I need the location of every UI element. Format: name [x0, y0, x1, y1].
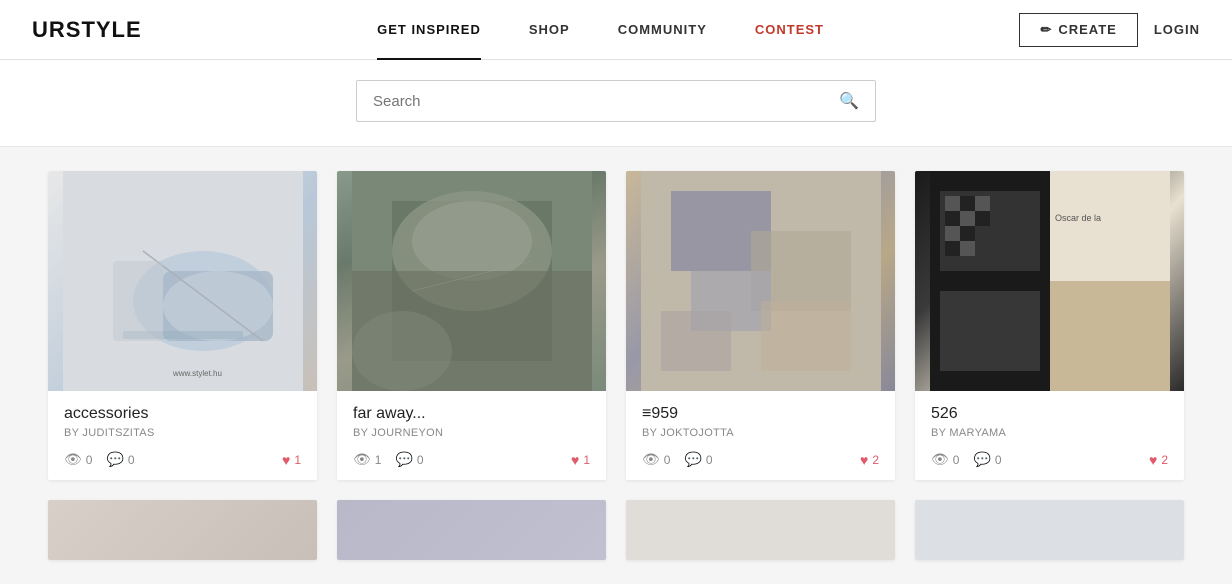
logo[interactable]: URSTYLE: [32, 17, 142, 43]
create-label: CREATE: [1058, 22, 1116, 37]
card-author-3: by JOKTOJOTTA: [642, 427, 879, 439]
comments-stat-1: 💬 0: [106, 451, 134, 468]
card-1[interactable]: www.stylet.hu accessories by JUDITSZITAS…: [48, 171, 317, 480]
card-title-1: accessories: [64, 405, 301, 423]
card-stats-4: 👁 0 💬 0 ♥ 2: [931, 451, 1168, 468]
cards-grid: www.stylet.hu accessories by JUDITSZITAS…: [48, 171, 1184, 480]
card-title-2: far away...: [353, 405, 590, 423]
card-title-4: 526: [931, 405, 1168, 423]
comment-icon-4: 💬: [973, 451, 990, 468]
cards-grid-bottom: [48, 500, 1184, 560]
views-stat-1: 👁 0: [64, 451, 92, 468]
card-author-4: by MARYAMA: [931, 427, 1168, 439]
views-stat-2: 👁 1: [353, 451, 381, 468]
heart-icon-3: ♥: [860, 452, 868, 468]
heart-icon-4: ♥: [1149, 452, 1157, 468]
card-partial-2[interactable]: [337, 500, 606, 560]
likes-stat-4: ♥ 2: [1149, 452, 1168, 468]
card-author-1: by JUDITSZITAS: [64, 427, 301, 439]
create-button[interactable]: CREATE: [1019, 13, 1137, 47]
search-area: 🔍: [0, 60, 1232, 147]
eye-icon-2: 👁: [353, 451, 371, 468]
likes-stat-2: ♥ 1: [571, 452, 590, 468]
card-image-3: [626, 171, 895, 391]
comment-icon-2: 💬: [395, 451, 412, 468]
comments-stat-4: 💬 0: [973, 451, 1001, 468]
card-title-3: ≡959: [642, 405, 879, 423]
comments-stat-3: 💬 0: [684, 451, 712, 468]
nav: GET INSPIRED SHOP COMMUNITY CONTEST: [182, 0, 1020, 60]
nav-item-get-inspired[interactable]: GET INSPIRED: [353, 0, 505, 60]
card-body-2: far away... by JOURNEYON 👁 1 💬 0 ♥ 1: [337, 391, 606, 480]
views-stat-4: 👁 0: [931, 451, 959, 468]
card-body-1: accessories by JUDITSZITAS 👁 0 💬 0 ♥ 1: [48, 391, 317, 480]
card-stats-3: 👁 0 💬 0 ♥ 2: [642, 451, 879, 468]
nav-item-community[interactable]: COMMUNITY: [594, 0, 731, 60]
card-partial-image-1: [48, 500, 317, 560]
card-image-1: www.stylet.hu: [48, 171, 317, 391]
views-stat-3: 👁 0: [642, 451, 670, 468]
header: URSTYLE GET INSPIRED SHOP COMMUNITY CONT…: [0, 0, 1232, 60]
nav-item-shop[interactable]: SHOP: [505, 0, 594, 60]
comment-icon-3: 💬: [684, 451, 701, 468]
card-stats-1: 👁 0 💬 0 ♥ 1: [64, 451, 301, 468]
login-button[interactable]: LOGIN: [1154, 22, 1200, 37]
search-icon[interactable]: 🔍: [839, 91, 859, 111]
card-4[interactable]: Oscar de la 526 by MARYAMA 👁 0 💬 0: [915, 171, 1184, 480]
comment-icon-1: 💬: [106, 451, 123, 468]
eye-icon-3: 👁: [642, 451, 660, 468]
svg-text:www.stylet.hu: www.stylet.hu: [172, 369, 222, 378]
card-partial-1[interactable]: [48, 500, 317, 560]
eye-icon-4: 👁: [931, 451, 949, 468]
heart-icon-2: ♥: [571, 452, 579, 468]
card-image-4: Oscar de la: [915, 171, 1184, 391]
card-partial-image-3: [626, 500, 895, 560]
card-partial-image-2: [337, 500, 606, 560]
pencil-icon: [1040, 22, 1052, 38]
header-right: CREATE LOGIN: [1019, 13, 1200, 47]
card-2[interactable]: far away... by JOURNEYON 👁 1 💬 0 ♥ 1: [337, 171, 606, 480]
search-box: 🔍: [356, 80, 876, 122]
content: www.stylet.hu accessories by JUDITSZITAS…: [0, 147, 1232, 584]
likes-stat-3: ♥ 2: [860, 452, 879, 468]
eye-icon-1: 👁: [64, 451, 82, 468]
card-body-4: 526 by MARYAMA 👁 0 💬 0 ♥ 2: [915, 391, 1184, 480]
card-partial-3[interactable]: [626, 500, 895, 560]
card-image-2: [337, 171, 606, 391]
comments-stat-2: 💬 0: [395, 451, 423, 468]
card-partial-image-4: [915, 500, 1184, 560]
search-input[interactable]: [373, 93, 839, 110]
likes-stat-1: ♥ 1: [282, 452, 301, 468]
card-author-2: by JOURNEYON: [353, 427, 590, 439]
card-3[interactable]: ≡959 by JOKTOJOTTA 👁 0 💬 0 ♥ 2: [626, 171, 895, 480]
card-partial-4[interactable]: [915, 500, 1184, 560]
nav-item-contest[interactable]: CONTEST: [731, 0, 848, 60]
heart-icon-1: ♥: [282, 452, 290, 468]
card-body-3: ≡959 by JOKTOJOTTA 👁 0 💬 0 ♥ 2: [626, 391, 895, 480]
svg-text:Oscar de la: Oscar de la: [1055, 213, 1101, 223]
card-stats-2: 👁 1 💬 0 ♥ 1: [353, 451, 590, 468]
